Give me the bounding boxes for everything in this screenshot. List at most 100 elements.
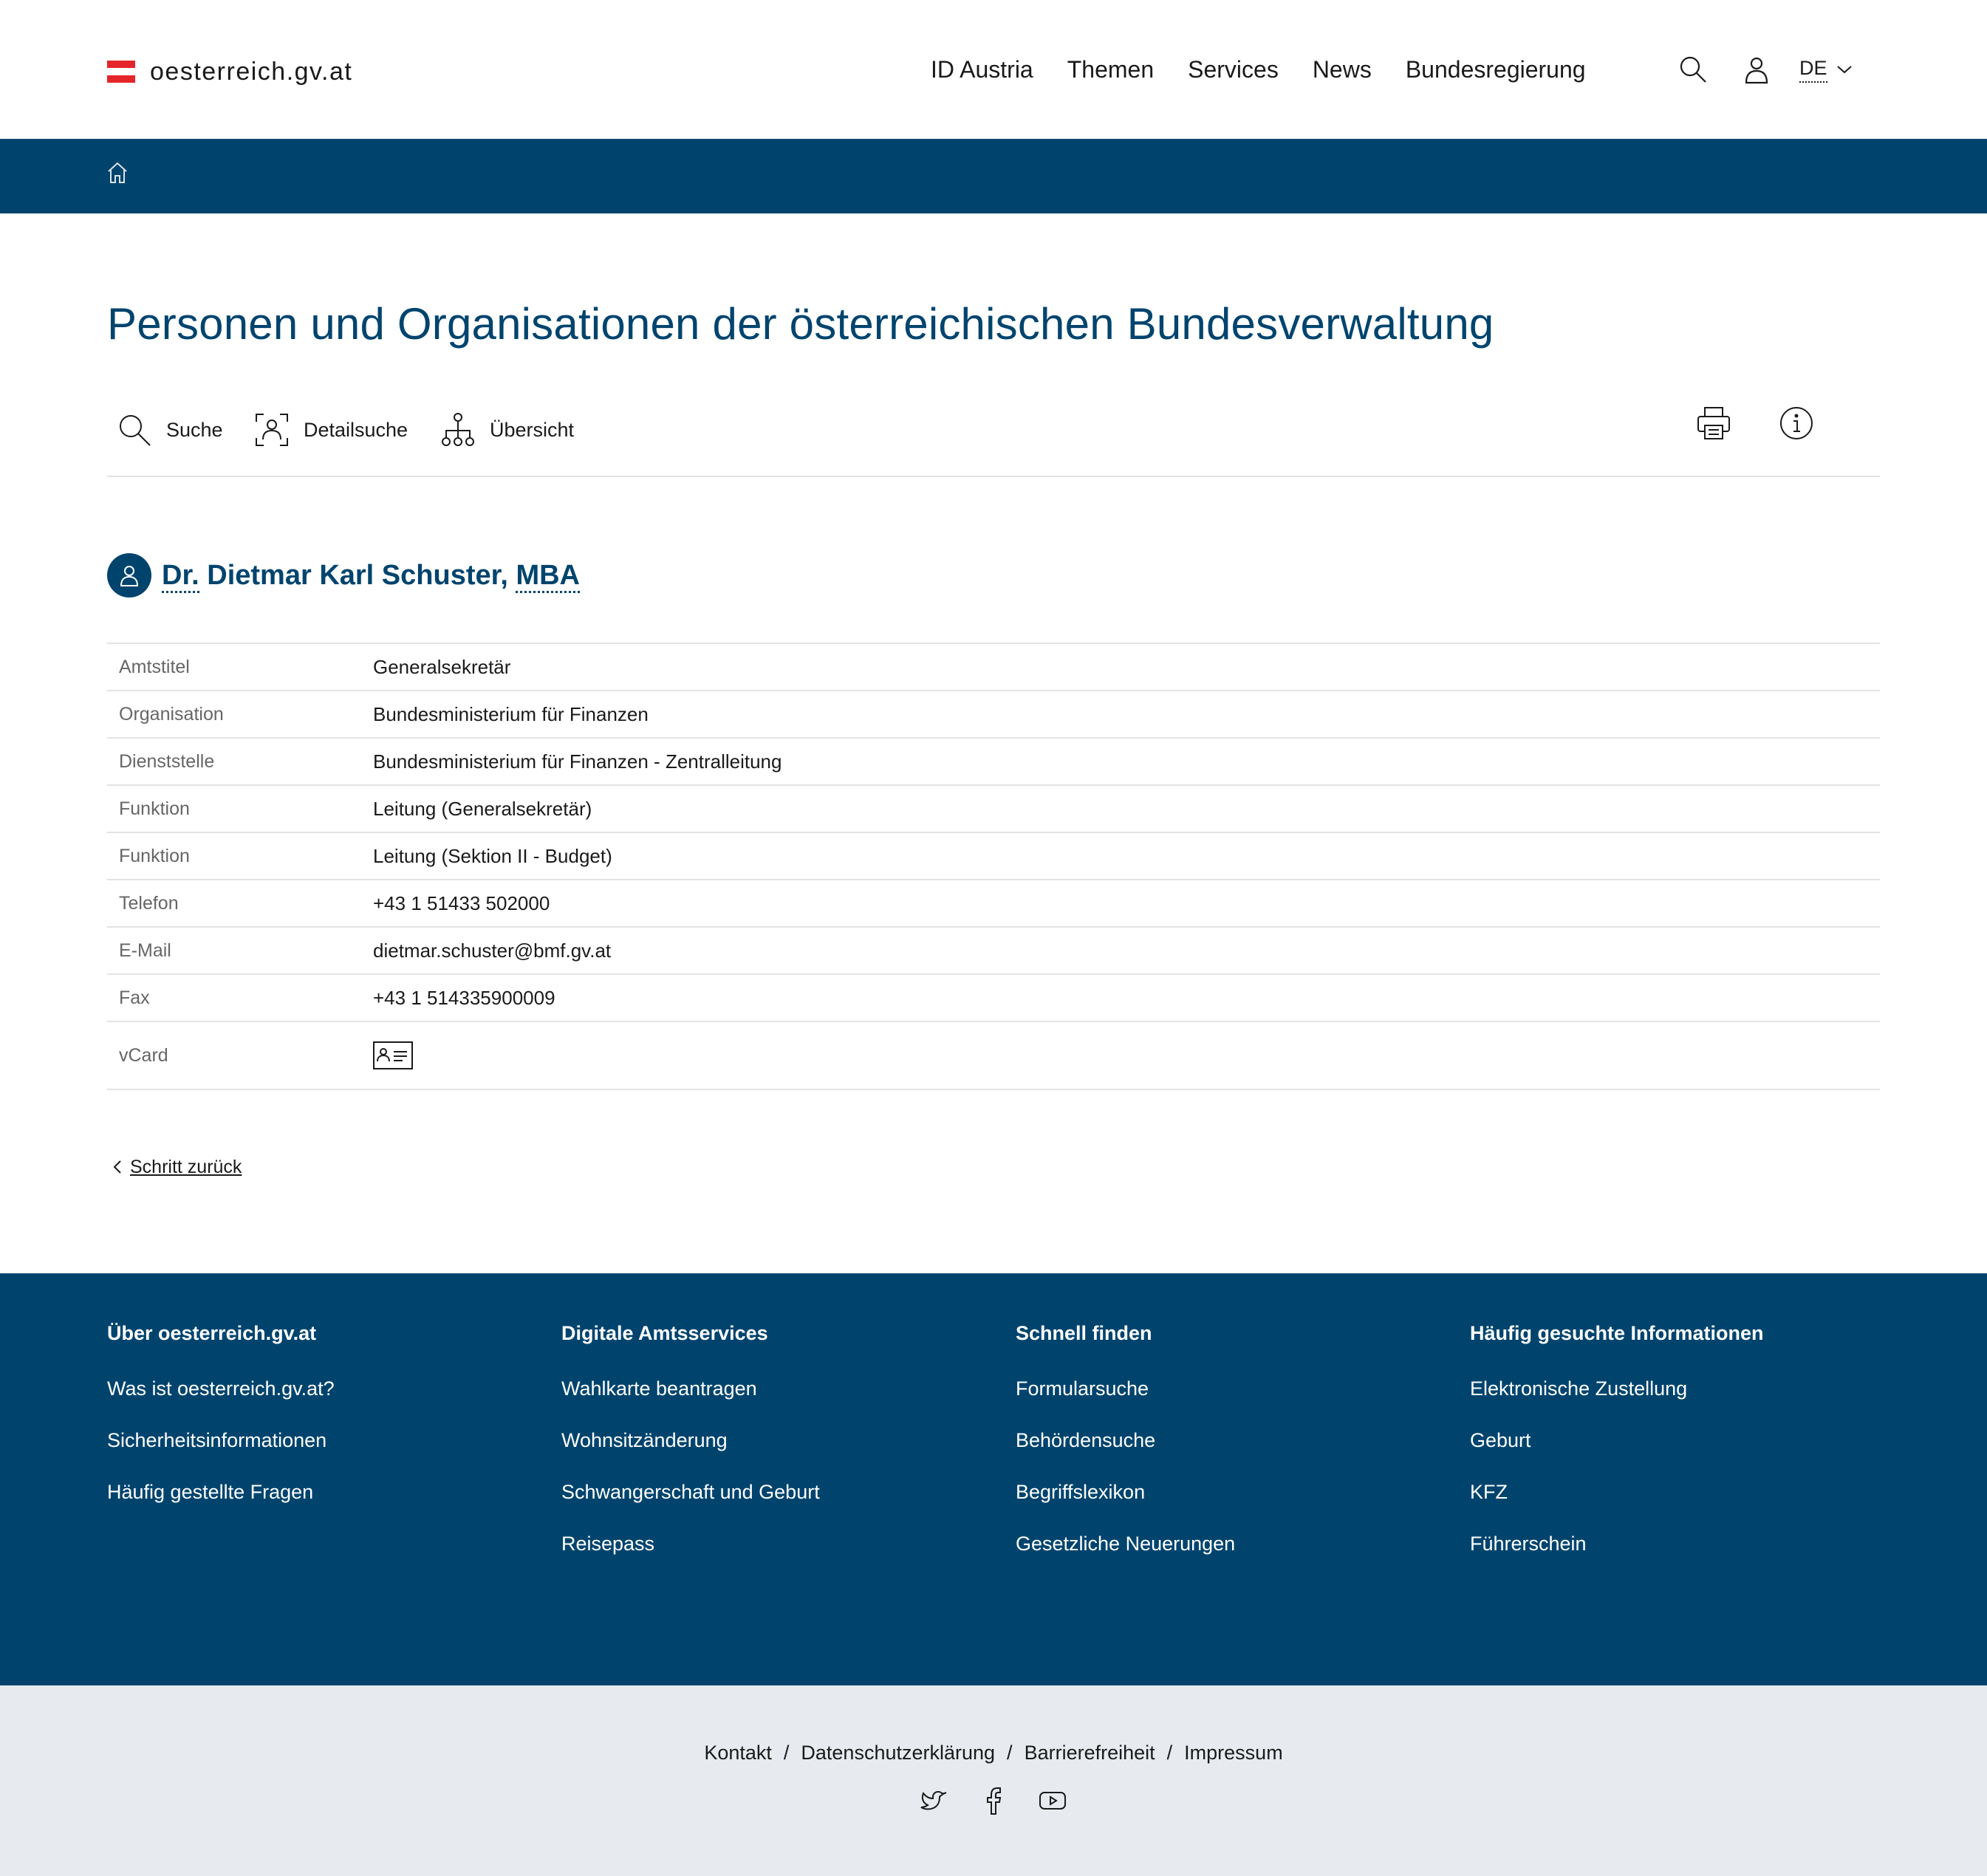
footer-link[interactable]: Häufig gestellte Fragen	[107, 1479, 550, 1530]
nav-services[interactable]: Services	[1188, 56, 1279, 83]
toolbar: Suche Detailsuche Übersicht	[107, 399, 1880, 477]
user-icon[interactable]	[1740, 53, 1773, 86]
toolbar-overview-button[interactable]: Übersicht	[440, 408, 574, 452]
legal-link-kontakt[interactable]: Kontakt	[704, 1742, 772, 1764]
footer-link[interactable]: Begriffslexikon	[1016, 1479, 1459, 1530]
row-label: Amtstitel	[119, 656, 190, 677]
footer-column-title: Über oesterreich.gv.at	[107, 1322, 317, 1344]
info-icon[interactable]	[1778, 405, 1815, 442]
chevron-down-icon	[1836, 66, 1852, 74]
person-name: Dr. Dietmar Karl Schuster, MBA	[162, 559, 580, 593]
footer-column-quick-find: Schnell finden Formularsuche Behördensuc…	[1016, 1322, 1459, 1582]
facebook-icon[interactable]	[979, 1786, 1008, 1815]
header-tools: DE	[1677, 47, 1853, 92]
function-link-sektion-budget[interactable]: Sektion II - Budget	[448, 845, 606, 867]
footer-link[interactable]: Wohnsitzänderung	[561, 1427, 1005, 1479]
table-row: Funktion Leitung (Generalsekretär)	[107, 785, 1880, 832]
footer-column-title: Schnell finden	[1016, 1322, 1152, 1344]
search-icon[interactable]	[1677, 53, 1709, 86]
table-row: Telefon +43 1 51433 502000	[107, 880, 1880, 927]
legal-links: Kontakt / Datenschutzerklärung / Barrier…	[0, 1742, 1987, 1764]
chevron-left-icon	[113, 1160, 121, 1174]
page-title: Personen und Organisationen der österrei…	[107, 299, 1494, 349]
austria-flag-icon	[107, 61, 135, 83]
legal-separator: /	[783, 1742, 790, 1764]
fax-link[interactable]: +43 1 514335900009	[373, 987, 555, 1009]
footer-column-frequent: Häufig gesuchte Informationen Elektronis…	[1470, 1322, 1913, 1582]
footer-link[interactable]: Elektronische Zustellung	[1470, 1375, 1913, 1427]
footer-link[interactable]: Was ist oesterreich.gv.at?	[107, 1375, 550, 1427]
legal-separator: /	[1007, 1742, 1013, 1764]
breadcrumb	[0, 139, 1987, 213]
table-row: Fax +43 1 514335900009	[107, 974, 1880, 1021]
back-link-text[interactable]: Schritt zurück	[130, 1157, 242, 1178]
legal-link-datenschutz[interactable]: Datenschutzerklärung	[801, 1742, 995, 1764]
home-icon[interactable]	[107, 161, 128, 185]
table-row: Funktion Leitung (Sektion II - Budget)	[107, 832, 1880, 880]
person-suffix: MBA	[516, 559, 580, 593]
row-value: Bundesministerium für Finanzen - Zentral…	[373, 750, 782, 773]
footer-column-about: Über oesterreich.gv.at Was ist oesterrei…	[107, 1322, 550, 1530]
function-link-generalsekretaer[interactable]: Generalsekretär	[448, 798, 585, 820]
table-row: Amtstitel Generalsekretär	[107, 643, 1880, 691]
nav-themen[interactable]: Themen	[1067, 56, 1154, 83]
row-value	[373, 1021, 1880, 1089]
footer-link[interactable]: Reisepass	[561, 1530, 1005, 1582]
row-value: Leitung (Sektion II - Budget)	[373, 832, 1880, 880]
footer-link[interactable]: Behördensuche	[1016, 1427, 1459, 1479]
organisation-link[interactable]: Bundesministerium für Finanzen	[373, 703, 649, 725]
nav-id-austria[interactable]: ID Austria	[931, 56, 1033, 83]
row-label: Telefon	[119, 892, 179, 914]
sub-footer: Kontakt / Datenschutzerklärung / Barrier…	[0, 1685, 1987, 1876]
toolbar-search-button[interactable]: Suche	[116, 408, 223, 452]
table-row: E-Mail dietmar.schuster@bmf.gv.at	[107, 927, 1880, 974]
main-nav: ID Austria Themen Services News Bundesre…	[931, 49, 1586, 90]
language-code: DE	[1799, 57, 1827, 83]
legal-link-impressum[interactable]: Impressum	[1184, 1742, 1283, 1764]
footer-link[interactable]: KFZ	[1470, 1479, 1913, 1530]
row-value: +43 1 514335900009	[373, 974, 1880, 1021]
org-chart-icon	[442, 413, 474, 446]
printer-icon[interactable]	[1695, 405, 1732, 442]
row-label: Dienststelle	[119, 750, 215, 772]
table-row: Dienststelle Bundesministerium für Finan…	[107, 738, 1880, 785]
footer-column-title: Digitale Amtsservices	[561, 1322, 768, 1344]
row-label: E-Mail	[119, 939, 171, 961]
row-value: Bundesministerium für Finanzen	[373, 691, 1880, 738]
back-link: Schritt zurück	[112, 1152, 242, 1182]
site-footer: Über oesterreich.gv.at Was ist oesterrei…	[0, 1273, 1987, 1685]
footer-link[interactable]: Führerschein	[1470, 1530, 1913, 1582]
toolbar-detail-search-label: Detailsuche	[304, 418, 408, 441]
footer-link[interactable]: Wahlkarte beantragen	[561, 1375, 1005, 1427]
language-switcher[interactable]: DE	[1799, 57, 1853, 83]
row-value: +43 1 51433 502000	[373, 880, 1880, 927]
toolbar-detail-search-button[interactable]: Detailsuche	[253, 408, 408, 452]
footer-link[interactable]: Formularsuche	[1016, 1375, 1459, 1427]
footer-link[interactable]: Geburt	[1470, 1427, 1913, 1479]
nav-bundesregierung[interactable]: Bundesregierung	[1406, 56, 1586, 83]
legal-link-barrierefreiheit[interactable]: Barrierefreiheit	[1025, 1742, 1155, 1764]
footer-column-title: Häufig gesuchte Informationen	[1470, 1322, 1764, 1344]
row-label: Organisation	[119, 703, 224, 725]
twitter-icon[interactable]	[920, 1786, 949, 1815]
footer-link[interactable]: Sicherheitsinformationen	[107, 1427, 550, 1479]
legal-separator: /	[1166, 1742, 1173, 1764]
face-scan-icon	[256, 414, 288, 446]
function-prefix: Leitung (	[373, 797, 448, 820]
footer-link[interactable]: Gesetzliche Neuerungen	[1016, 1530, 1459, 1582]
person-avatar	[107, 553, 151, 598]
row-value: Leitung (Generalsekretär)	[373, 785, 1880, 832]
function-suffix: )	[585, 797, 592, 820]
footer-link[interactable]: Schwangerschaft und Geburt	[561, 1479, 1005, 1530]
row-label: vCard	[119, 1044, 168, 1066]
site-logo[interactable]: oesterreich.gv.at	[107, 53, 352, 90]
site-header: oesterreich.gv.at ID Austria Themen Serv…	[0, 0, 1987, 139]
phone-link[interactable]: +43 1 51433 502000	[373, 892, 550, 914]
toolbar-search-label: Suche	[166, 418, 223, 441]
nav-news[interactable]: News	[1313, 56, 1372, 83]
email-link[interactable]: dietmar.schuster@bmf.gv.at	[373, 939, 611, 962]
row-label: Funktion	[119, 845, 190, 866]
vcard-icon[interactable]	[373, 1041, 413, 1069]
youtube-icon[interactable]	[1038, 1786, 1067, 1815]
row-label: Funktion	[119, 798, 190, 819]
